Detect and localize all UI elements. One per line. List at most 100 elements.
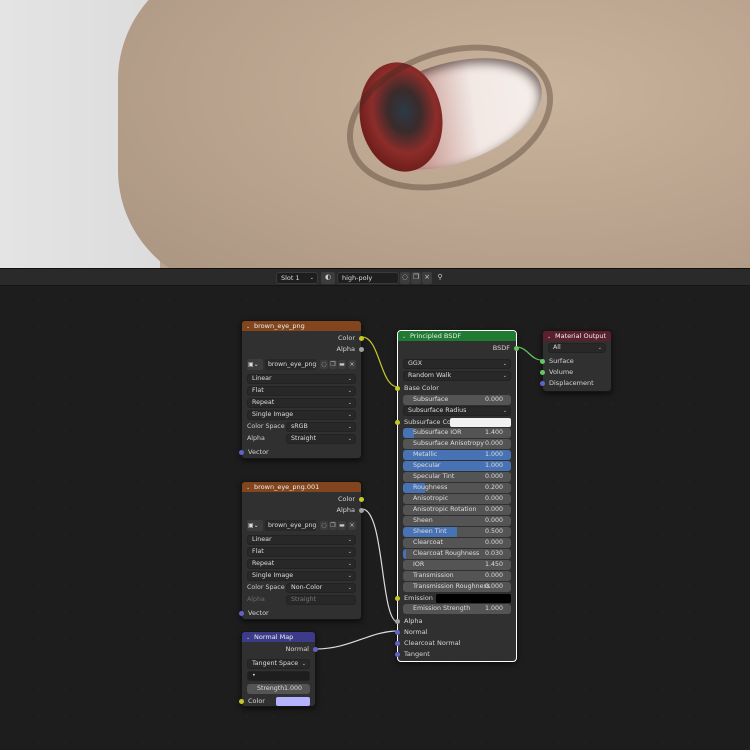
socket[interactable] [395, 385, 400, 391]
dropdown-value: Single Image [252, 572, 294, 579]
image-selector[interactable]: ▣⌄ brown_eye_png ◌ ❐ ▬ × [247, 359, 356, 370]
material-name-field[interactable]: high-poly [337, 272, 399, 284]
image-icon[interactable]: ▣⌄ [247, 520, 263, 531]
parameter-slider[interactable]: Subsurface IOR 1.400 [403, 428, 511, 438]
color-space-dropdown[interactable]: sRGB ⌄ [286, 422, 356, 432]
extension-dropdown[interactable]: Repeat ⌄ [247, 398, 356, 408]
parameter-slider[interactable]: Clearcoat 0.000 [403, 538, 511, 548]
extension-dropdown[interactable]: Repeat ⌄ [247, 559, 356, 569]
socket[interactable] [359, 507, 364, 513]
socket-label: Surface [549, 357, 574, 365]
fake-user-shield-icon[interactable]: ◌ [400, 272, 410, 284]
distribution-dropdown[interactable]: GGX ⌄ [403, 359, 511, 369]
socket[interactable] [239, 610, 244, 616]
interpolation-dropdown[interactable]: Linear ⌄ [247, 374, 356, 384]
image-name-field[interactable]: brown_eye_png [265, 359, 316, 370]
projection-dropdown[interactable]: Flat ⌄ [247, 547, 356, 557]
color-space-dropdown[interactable]: Non-Color ⌄ [286, 583, 356, 593]
node-editor-canvas[interactable]: ⌄ brown_eye_png Color Alpha ▣⌄ brown_eye_… [0, 287, 750, 750]
color-swatch[interactable] [436, 593, 511, 603]
parameter-slider[interactable]: Sheen Tint 0.500 [403, 527, 511, 537]
image-name-field[interactable]: brown_eye_png.0... [265, 520, 316, 531]
image-texture-node[interactable]: ⌄ brown_eye_png Color Alpha ▣⌄ brown_eye_… [239, 320, 364, 459]
target-dropdown[interactable]: All ⌄ [548, 343, 606, 353]
socket[interactable] [359, 346, 364, 352]
subsurface-method-dropdown[interactable]: Random Walk ⌄ [403, 371, 511, 381]
pin-icon[interactable]: ⚲ [435, 272, 445, 284]
source-dropdown[interactable]: Single Image ⌄ [247, 571, 356, 581]
folder-icon[interactable]: ▬ [338, 360, 346, 369]
space-dropdown[interactable]: Tangent Space ⌄ [247, 659, 310, 669]
node-header[interactable]: ⌄ Normal Map [242, 632, 315, 642]
parameter-slider[interactable]: Anisotropic Rotation 0.000 [403, 505, 511, 515]
parameter-slider[interactable]: Transmission Roughness 0.000 [403, 582, 511, 592]
socket[interactable] [395, 629, 400, 635]
uv-map-field[interactable]: • [247, 671, 310, 681]
duplicate-icon[interactable]: ❐ [329, 521, 337, 530]
normal-map-node[interactable]: ⌄ Normal Map Normal Tangent Space ⌄ • Stre… [239, 631, 318, 707]
3d-viewport[interactable] [0, 0, 750, 268]
parameter-slider[interactable]: Specular Tint 0.000 [403, 472, 511, 482]
emission-strength-slider[interactable]: Emission Strength 1.000 [403, 604, 511, 614]
node-header[interactable]: ⌄ Principled BSDF [398, 331, 516, 341]
chevron-down-icon[interactable]: ⌄ [547, 332, 555, 341]
image-texture-node-001[interactable]: ⌄ brown_eye_png.001 Color Alpha ▣⌄ brown_… [239, 481, 364, 620]
duplicate-icon[interactable]: ❐ [411, 272, 421, 284]
color-swatch[interactable] [450, 417, 511, 427]
parameter-slider[interactable]: Subsurface Anisotropy 0.000 [403, 439, 511, 449]
parameter-slider[interactable]: Roughness 0.200 [403, 483, 511, 493]
chevron-down-icon[interactable]: ⌄ [246, 633, 254, 642]
parameter-slider[interactable]: Sheen 0.000 [403, 516, 511, 526]
duplicate-icon[interactable]: ❐ [329, 360, 337, 369]
socket[interactable] [395, 595, 400, 601]
material-browse-icon[interactable]: ◐ [321, 272, 335, 284]
color-swatch[interactable] [276, 696, 310, 706]
shield-icon[interactable]: ◌ [320, 360, 328, 369]
parameter-slider[interactable]: Metallic 1.000 [403, 450, 511, 460]
slider-label: Specular Tint [413, 473, 455, 480]
socket[interactable] [239, 698, 244, 704]
subsurface-slider[interactable]: Subsurface 0.000 [403, 395, 511, 405]
chevron-down-icon[interactable]: ⌄ [246, 483, 254, 492]
parameter-slider[interactable]: Clearcoat Roughness 0.030 [403, 549, 511, 559]
close-icon[interactable]: × [348, 521, 356, 530]
image-icon[interactable]: ▣⌄ [247, 359, 263, 370]
chevron-down-icon[interactable]: ⌄ [246, 322, 254, 331]
socket[interactable] [540, 358, 545, 364]
socket[interactable] [395, 640, 400, 646]
socket[interactable] [359, 335, 364, 341]
principled-bsdf-node[interactable]: ⌄ Principled BSDF BSDF GGX ⌄ Random Walk ⌄ … [395, 330, 519, 662]
projection-dropdown[interactable]: Flat ⌄ [247, 386, 356, 396]
socket[interactable] [540, 380, 545, 386]
slider-label: Sheen Tint [413, 528, 447, 535]
socket[interactable] [313, 646, 318, 652]
material-output-node[interactable]: ⌄ Material Output All ⌄ Surface Volume Dis… [540, 330, 612, 392]
socket[interactable] [359, 496, 364, 502]
slot-dropdown[interactable]: Slot 1 ⌄ [276, 272, 318, 284]
socket[interactable] [395, 618, 400, 624]
parameter-slider[interactable]: IOR 1.450 [403, 560, 511, 570]
chevron-down-icon[interactable]: ⌄ [402, 332, 410, 341]
node-header[interactable]: ⌄ brown_eye_png.001 [242, 482, 361, 492]
shield-icon[interactable]: ◌ [320, 521, 328, 530]
close-icon[interactable]: × [348, 360, 356, 369]
node-header[interactable]: ⌄ brown_eye_png [242, 321, 361, 331]
socket[interactable] [239, 449, 244, 455]
parameter-slider[interactable]: Specular 1.000 [403, 461, 511, 471]
node-header[interactable]: ⌄ Material Output [543, 331, 611, 341]
folder-icon[interactable]: ▬ [338, 521, 346, 530]
interpolation-dropdown[interactable]: Linear ⌄ [247, 535, 356, 545]
socket[interactable] [395, 651, 400, 657]
strength-slider[interactable]: Strength 1.000 [247, 684, 310, 694]
image-selector[interactable]: ▣⌄ brown_eye_png.0... ◌ ❐ ▬ × [247, 520, 356, 531]
socket[interactable] [395, 419, 400, 425]
material-name: high-poly [342, 274, 373, 282]
parameter-slider[interactable]: Transmission 0.000 [403, 571, 511, 581]
alpha-mode-dropdown[interactable]: Straight ⌄ [286, 434, 356, 444]
parameter-slider[interactable]: Anisotropic 0.000 [403, 494, 511, 504]
socket[interactable] [540, 369, 545, 375]
close-icon[interactable]: × [422, 272, 432, 284]
source-dropdown[interactable]: Single Image ⌄ [247, 410, 356, 420]
socket[interactable] [514, 345, 519, 351]
subsurface-radius-dropdown[interactable]: Subsurface Radius ⌄ [403, 406, 511, 416]
